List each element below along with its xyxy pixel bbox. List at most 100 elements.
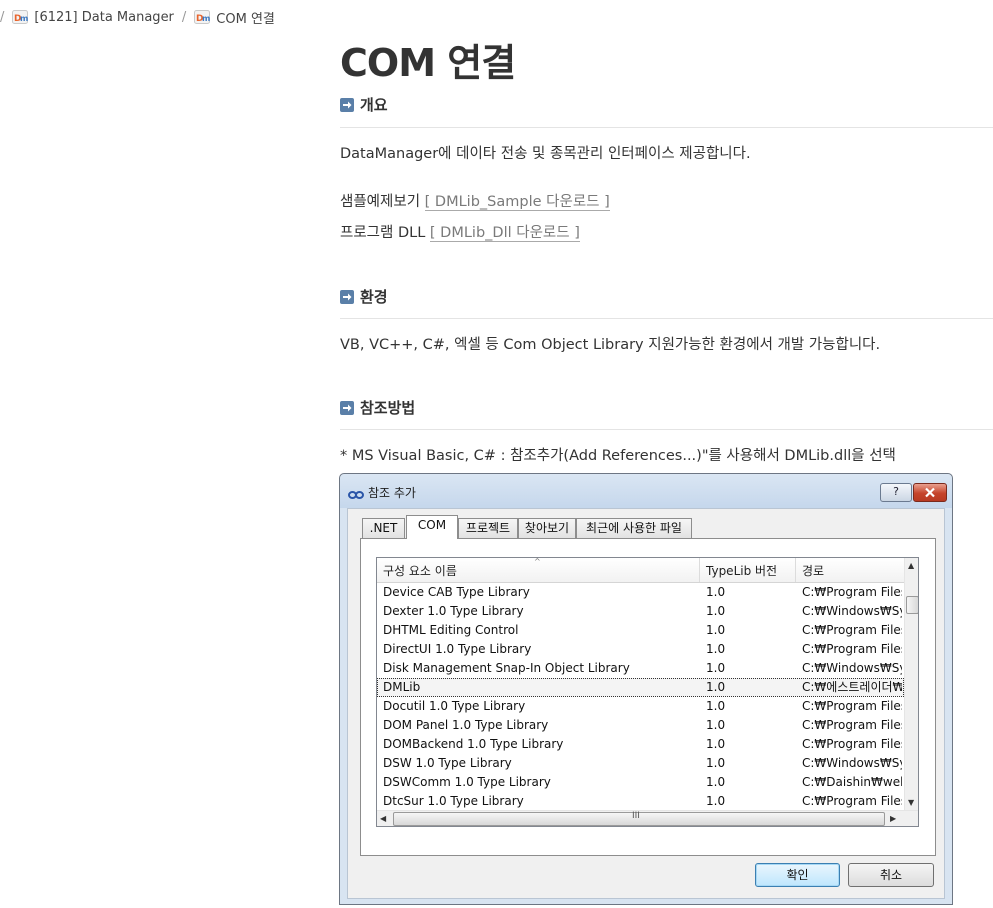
data-manager-icon: Dm bbox=[12, 10, 29, 24]
tab-browse[interactable]: 찾아보기 bbox=[518, 518, 576, 538]
svg-text:m: m bbox=[202, 14, 210, 23]
list-cell-name: DtcSur 1.0 Type Library bbox=[383, 794, 524, 808]
sample-label: 샘플예제보기 bbox=[340, 194, 421, 210]
vertical-scrollbar[interactable]: ▲ ▼ bbox=[904, 558, 918, 810]
list-item[interactable]: Dexter 1.0 Type Library 1.0 C:₩Windows₩Sys… bbox=[377, 602, 904, 621]
list-item[interactable]: DOMBackend 1.0 Type Library 1.0 C:₩Program… bbox=[377, 735, 904, 754]
tab-dotnet[interactable]: .NET bbox=[362, 518, 405, 538]
section-heading-text: 참조방법 bbox=[360, 399, 416, 417]
list-cell-version: 1.0 bbox=[706, 604, 726, 618]
arrow-right-icon bbox=[340, 289, 354, 304]
list-cell-version: 1.0 bbox=[706, 699, 726, 713]
horizontal-scroll-thumb[interactable]: III bbox=[393, 811, 885, 826]
list-item[interactable]: Device CAB Type Library 1.0 C:₩Program Fil… bbox=[377, 583, 904, 602]
arrow-right-icon bbox=[340, 400, 354, 415]
dll-label: 프로그램 DLL bbox=[340, 225, 426, 241]
column-header-path[interactable]: 경로 bbox=[796, 558, 904, 582]
breadcrumb-item-com[interactable]: COM 연결 bbox=[216, 8, 275, 27]
sample-download-link[interactable]: [ DMLib_Sample 다운로드 ] bbox=[424, 194, 610, 211]
column-header-label: 경로 bbox=[802, 564, 825, 578]
list-cell-version: 1.0 bbox=[706, 794, 726, 808]
section-heading-overview: 개요 bbox=[340, 94, 388, 115]
horizontal-scrollbar[interactable]: ◀ III ▶ bbox=[377, 810, 918, 826]
section-heading-reference: 참조방법 bbox=[340, 397, 415, 418]
list-cell-path: C:₩Daishin₩web₩ bbox=[802, 775, 902, 789]
list-cell-name: Docutil 1.0 Type Library bbox=[383, 699, 526, 713]
overview-description: DataManager에 데이타 전송 및 종목관리 인터페이스 제공합니다. bbox=[340, 146, 751, 162]
dialog-body: .NET COM 프로젝트 찾아보기 최근에 사용한 파일 구성 요소 이름 ^… bbox=[347, 508, 945, 899]
dll-line: 프로그램 DLL [ DMLib_Dll 다운로드 ] bbox=[340, 221, 580, 242]
close-icon bbox=[925, 487, 935, 498]
list-cell-path: C:₩Program Files (x bbox=[802, 585, 902, 599]
list-cell-name: DSW 1.0 Type Library bbox=[383, 756, 512, 770]
list-cell-version: 1.0 bbox=[706, 775, 726, 789]
list-cell-path: C:₩Program Files (x bbox=[802, 794, 902, 808]
section-heading-text: 개요 bbox=[360, 96, 388, 114]
sort-ascending-icon: ^ bbox=[534, 557, 541, 566]
data-manager-icon: Dm bbox=[194, 10, 211, 24]
list-cell-path: C:₩Windows₩System bbox=[802, 604, 902, 618]
column-header-version[interactable]: TypeLib 버전 bbox=[700, 558, 796, 582]
environment-description: VB, VC++, C#, 엑셀 등 Com Object Library 지원… bbox=[340, 337, 881, 353]
breadcrumb: / Dm [6121] Data Manager / Dm COM 연결 bbox=[0, 8, 275, 27]
section-heading-text: 환경 bbox=[360, 288, 388, 306]
cancel-button[interactable]: 취소 bbox=[848, 863, 934, 887]
close-button[interactable] bbox=[913, 483, 947, 502]
list-cell-path: C:₩Program Files (x bbox=[802, 737, 902, 751]
list-cell-name: DirectUI 1.0 Type Library bbox=[383, 642, 532, 656]
list-cell-name: Dexter 1.0 Type Library bbox=[383, 604, 524, 618]
list-cell-version: 1.0 bbox=[706, 737, 726, 751]
dialog-titlebar[interactable]: 참조 추가 ? bbox=[340, 474, 952, 508]
tab-project[interactable]: 프로젝트 bbox=[458, 518, 518, 538]
scroll-up-icon[interactable]: ▲ bbox=[908, 561, 914, 570]
section-heading-environment: 환경 bbox=[340, 286, 388, 307]
ok-button[interactable]: 확인 bbox=[755, 863, 840, 887]
com-tab-panel: 구성 요소 이름 ^ TypeLib 버전 경로 Device CAB Type… bbox=[360, 538, 936, 856]
list-cell-version: 1.0 bbox=[706, 661, 726, 675]
divider bbox=[340, 318, 993, 319]
breadcrumb-item-data-manager[interactable]: [6121] Data Manager bbox=[34, 10, 174, 25]
list-item[interactable]: Docutil 1.0 Type Library 1.0 C:₩Program Fi… bbox=[377, 697, 904, 716]
list-item[interactable]: Disk Management Snap-In Object Library 1.… bbox=[377, 659, 904, 678]
list-item[interactable]: DirectUI 1.0 Type Library 1.0 C:₩Program F… bbox=[377, 640, 904, 659]
page-title: COM 연결 bbox=[340, 41, 516, 85]
divider bbox=[340, 429, 993, 430]
divider bbox=[340, 127, 993, 128]
svg-text:m: m bbox=[20, 14, 28, 23]
list-cell-version: 1.0 bbox=[706, 623, 726, 637]
scroll-left-icon[interactable]: ◀ bbox=[380, 814, 386, 823]
list-cell-version: 1.0 bbox=[706, 756, 726, 770]
list-cell-name: DOMBackend 1.0 Type Library bbox=[383, 737, 564, 751]
list-item[interactable]: DOM Panel 1.0 Type Library 1.0 C:₩Program … bbox=[377, 716, 904, 735]
list-item[interactable]: DMLib 1.0 C:₩에스트레이더₩ bbox=[377, 678, 904, 697]
list-cell-path: C:₩Windows₩SysWO bbox=[802, 756, 902, 770]
list-cell-path: C:₩Program Files (x bbox=[802, 642, 902, 656]
breadcrumb-separator: / bbox=[181, 9, 187, 25]
list-item[interactable]: DSWComm 1.0 Type Library 1.0 C:₩Daishin₩we… bbox=[377, 773, 904, 792]
component-list[interactable]: 구성 요소 이름 ^ TypeLib 버전 경로 Device CAB Type… bbox=[376, 557, 919, 827]
list-cell-name: DMLib bbox=[383, 680, 421, 694]
list-cell-name: DSWComm 1.0 Type Library bbox=[383, 775, 551, 789]
column-header-label: TypeLib 버전 bbox=[706, 564, 778, 578]
list-cell-path: C:₩Windows₩System bbox=[802, 661, 902, 675]
list-item[interactable]: DSW 1.0 Type Library 1.0 C:₩Windows₩SysWO bbox=[377, 754, 904, 773]
column-header-label: 구성 요소 이름 bbox=[383, 564, 457, 578]
list-cell-version: 1.0 bbox=[706, 642, 726, 656]
help-button[interactable]: ? bbox=[880, 483, 912, 502]
list-cell-path: C:₩Program Files (x bbox=[802, 699, 902, 713]
list-item[interactable]: DHTML Editing Control 1.0 C:₩Program Files… bbox=[377, 621, 904, 640]
list-header: 구성 요소 이름 ^ TypeLib 버전 경로 bbox=[377, 558, 904, 583]
list-cell-version: 1.0 bbox=[706, 585, 726, 599]
scroll-down-icon[interactable]: ▼ bbox=[908, 798, 914, 807]
dll-download-link[interactable]: [ DMLib_Dll 다운로드 ] bbox=[429, 225, 580, 242]
vertical-scroll-thumb[interactable] bbox=[906, 596, 918, 614]
list-cell-version: 1.0 bbox=[706, 680, 726, 694]
tab-recent[interactable]: 최근에 사용한 파일 bbox=[576, 518, 692, 538]
list-item[interactable]: DtcSur 1.0 Type Library 1.0 C:₩Program Fil… bbox=[377, 792, 904, 811]
tab-com[interactable]: COM bbox=[406, 515, 458, 539]
column-header-name[interactable]: 구성 요소 이름 ^ bbox=[377, 558, 700, 582]
list-cell-version: 1.0 bbox=[706, 718, 726, 732]
scroll-right-icon[interactable]: ▶ bbox=[890, 814, 896, 823]
list-cell-path: C:₩Program Files (x bbox=[802, 718, 902, 732]
breadcrumb-separator: / bbox=[0, 9, 5, 25]
